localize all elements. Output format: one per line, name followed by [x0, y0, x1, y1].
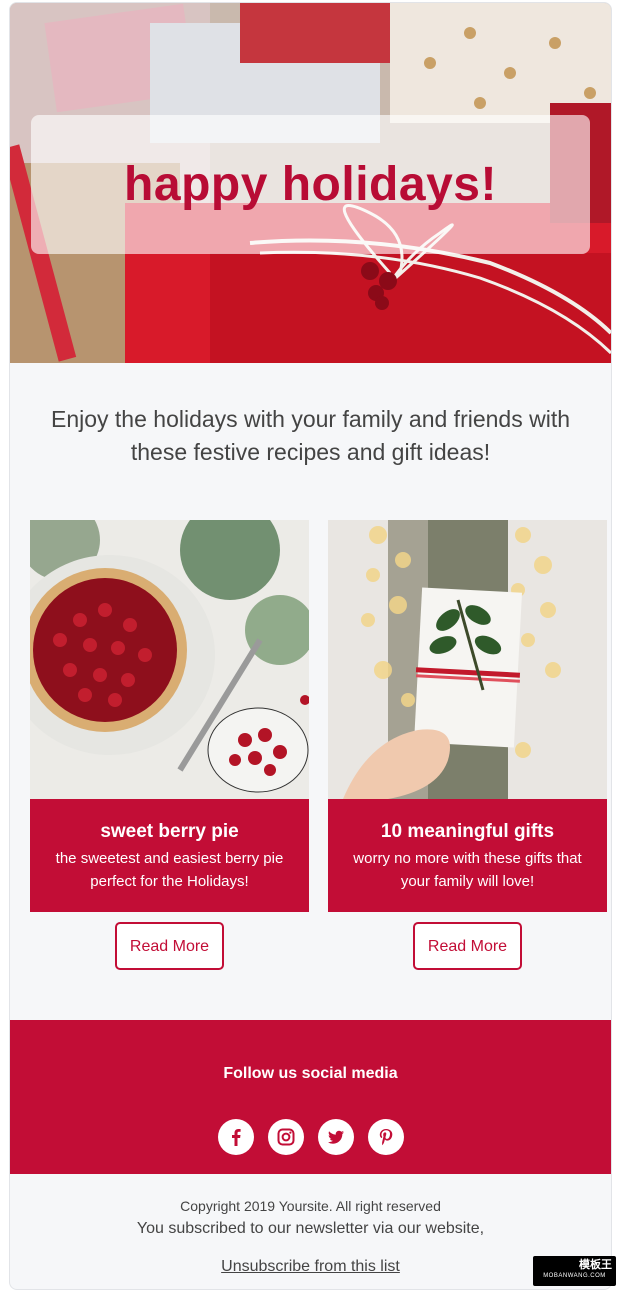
- social-heading: Follow us social media: [223, 1065, 398, 1082]
- copyright-text: Copyright 2019 Yoursite. All right reser…: [180, 1198, 441, 1214]
- feature-description: worry no more with these gifts that your…: [353, 850, 582, 890]
- feature-gifts: 10 meaningful gifts worry no more with t…: [328, 520, 607, 970]
- hero-title-box: happy holidays!: [31, 115, 590, 254]
- read-more-button[interactable]: Read More: [413, 922, 522, 970]
- pinterest-icon[interactable]: [367, 1119, 404, 1155]
- hero-banner: happy holidays!: [10, 3, 611, 363]
- feature-title: 10 meaningful gifts: [380, 821, 555, 842]
- subscription-note: You subscribed to our newsletter via our…: [136, 1220, 485, 1237]
- read-more-button[interactable]: Read More: [115, 922, 224, 970]
- watermark-logo-text: 模板王: [579, 1259, 612, 1271]
- social-icons: [10, 1119, 611, 1155]
- unsubscribe-link[interactable]: Unsubscribe from this list: [221, 1258, 400, 1276]
- instagram-icon[interactable]: [267, 1119, 304, 1155]
- feature-description: the sweetest and easiest berry pie perfe…: [55, 850, 284, 890]
- gift-in-hand-image: [328, 520, 607, 799]
- footer: Copyright 2019 Yoursite. All right reser…: [10, 1193, 611, 1276]
- feature-berry-pie: sweet berry pie the sweetest and easiest…: [30, 520, 309, 970]
- intro-text: Enjoy the holidays with your family and …: [50, 406, 571, 465]
- feature-caption: 10 meaningful gifts worry no more with t…: [328, 799, 607, 912]
- feature-caption: sweet berry pie the sweetest and easiest…: [30, 799, 309, 912]
- berry-pie-image: [30, 520, 309, 799]
- facebook-icon[interactable]: [217, 1119, 254, 1155]
- newsletter-card: happy holidays! Enjoy the holidays with …: [9, 2, 612, 1290]
- social-section: Follow us social media: [10, 1020, 611, 1174]
- twitter-icon[interactable]: [317, 1119, 354, 1155]
- hero-title: happy holidays!: [124, 158, 497, 211]
- watermark-url-text: MOBANWANG.COM: [543, 1273, 606, 1279]
- site-watermark: 模板王 MOBANWANG.COM: [533, 1256, 616, 1286]
- feature-title: sweet berry pie: [100, 821, 239, 842]
